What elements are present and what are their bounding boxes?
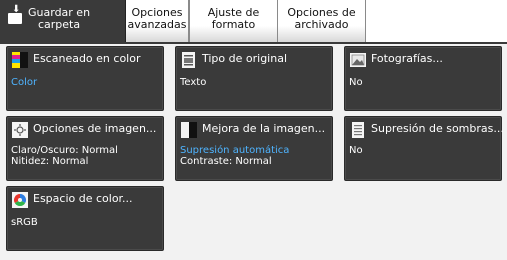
tile-value: Color [11, 77, 38, 88]
tile-shadow-suppression[interactable]: Supresión de sombras... No [344, 116, 504, 181]
tab-label: Opciones de archivado [287, 6, 356, 31]
tile-original-type[interactable]: Tipo de original Texto [175, 46, 333, 111]
tile-image-enhancement[interactable]: Mejora de la imagen... Supresión automát… [175, 116, 333, 181]
tile-title: Espacio de color... [33, 192, 133, 205]
image-options-icon [12, 122, 28, 138]
tab-label: Ajuste de formato [207, 6, 260, 31]
tile-title: Supresión de sombras... [371, 122, 504, 135]
tile-value: No [349, 77, 363, 88]
tab-opciones-de-archivado[interactable]: Opciones de archivado [278, 0, 366, 43]
shadow-suppression-icon [352, 122, 364, 138]
tile-value: No [349, 145, 363, 156]
tile-color-space[interactable]: Espacio de color... sRGB [6, 186, 164, 251]
tile-photos[interactable]: Fotografías... No [344, 46, 502, 111]
tile-value-contrast: Contraste: Normal [180, 156, 272, 167]
tile-color-scan[interactable]: Escaneado en color Color [6, 46, 164, 111]
image-enhancement-icon [181, 122, 197, 138]
tab-opciones-avanzadas[interactable]: Opciones avanzadas [126, 0, 189, 43]
tab-label: Opciones avanzadas [127, 6, 187, 31]
tile-title: Fotografías... [371, 52, 443, 65]
tab-ajuste-de-formato[interactable]: Ajuste de formato [189, 0, 278, 43]
tile-image-options[interactable]: Opciones de imagen... Claro/Oscuro: Norm… [6, 116, 164, 181]
color-space-icon [12, 192, 28, 208]
tab-guardar-en-carpeta[interactable]: ⬇ Guardar en carpeta [0, 0, 126, 43]
document-type-icon [182, 52, 195, 68]
tile-title: Opciones de imagen... [33, 122, 157, 135]
color-scan-icon [12, 52, 28, 68]
tile-title: Escaneado en color [33, 52, 141, 65]
feature-panel: Escaneado en color Color Tipo de origina… [0, 44, 507, 260]
tile-value: Texto [180, 77, 207, 88]
tile-title: Mejora de la imagen... [202, 122, 326, 135]
save-to-folder-icon: ⬇ [8, 5, 22, 25]
photo-icon [350, 53, 366, 67]
tab-bar: ⬇ Guardar en carpeta Opciones avanzadas … [0, 0, 507, 43]
tile-value: sRGB [11, 217, 38, 228]
tab-bar-fill [366, 0, 507, 43]
tab-label: Guardar en carpeta [28, 6, 91, 31]
tile-title: Tipo de original [202, 52, 288, 65]
tile-value-sharpness: Nitidez: Normal [11, 156, 89, 167]
